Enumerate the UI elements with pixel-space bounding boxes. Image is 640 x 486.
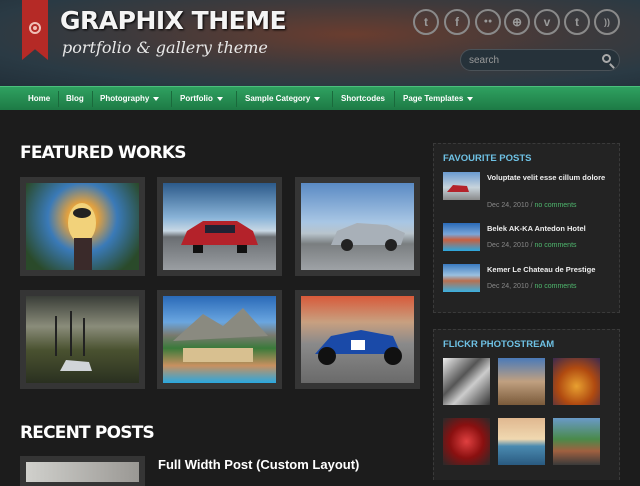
flickr-photo[interactable] — [498, 358, 545, 405]
post-thumbnail[interactable] — [443, 172, 480, 200]
bookmark-ribbon-icon — [22, 0, 48, 60]
featured-works-heading: FEATURED WORKS — [20, 143, 187, 163]
nav-home[interactable]: Home — [28, 87, 50, 111]
flickr-photo[interactable] — [443, 358, 490, 405]
recent-posts-heading: RECENT POSTS — [20, 423, 155, 443]
widget-title: FLICKR PHOTOSTREAM — [443, 339, 555, 350]
favourite-posts-widget: FAVOURITE POSTS Voluptate velit esse cil… — [433, 143, 620, 313]
chevron-down-icon — [314, 96, 321, 101]
flickr-photo[interactable] — [443, 418, 490, 465]
search-box — [460, 49, 620, 71]
nav-blog[interactable]: Blog — [66, 87, 84, 111]
post-link[interactable]: Voluptate velit esse cillum dolore — [487, 172, 607, 183]
post-link[interactable]: Belek AK-KA Antedon Hotel — [487, 223, 607, 234]
twitter-icon[interactable]: t — [413, 9, 439, 35]
list-item: Kemer Le Chateau de Prestige Dec 24, 201… — [443, 264, 613, 298]
comments-link[interactable]: no comments — [535, 202, 577, 209]
post-meta: Dec 24, 2010 / no comments — [487, 202, 577, 209]
post-thumbnail[interactable] — [20, 456, 145, 486]
vimeo-icon[interactable]: v — [534, 9, 560, 35]
flickr-photo[interactable] — [553, 418, 600, 465]
portfolio-thumb[interactable] — [20, 290, 145, 389]
main-nav: Home Blog Photography Portfolio Sample C… — [0, 86, 640, 110]
portfolio-thumb[interactable] — [20, 177, 145, 276]
flickr-photo[interactable] — [498, 418, 545, 465]
post-meta: Dec 24, 2010 / no comments — [487, 283, 577, 290]
flickr-widget: FLICKR PHOTOSTREAM — [433, 329, 620, 480]
nav-sample-category[interactable]: Sample Category — [245, 87, 321, 111]
search-icon[interactable] — [602, 54, 611, 63]
post-meta: Dec 24, 2010 / no comments — [487, 242, 577, 249]
comments-link[interactable]: no comments — [535, 283, 577, 290]
post-thumbnail[interactable] — [443, 264, 480, 292]
site-logo[interactable]: GRAPHIX THEME — [60, 6, 287, 35]
comments-link[interactable]: no comments — [535, 242, 577, 249]
search-input[interactable] — [469, 52, 589, 68]
nav-page-templates[interactable]: Page Templates — [403, 87, 474, 111]
chevron-down-icon — [467, 96, 474, 101]
tumblr-icon[interactable]: t — [564, 9, 590, 35]
portfolio-thumb[interactable] — [157, 177, 282, 276]
portfolio-thumb[interactable] — [295, 290, 420, 389]
site-header: GRAPHIX THEME portfolio & gallery theme … — [0, 0, 640, 86]
site-tagline: portfolio & gallery theme — [62, 38, 268, 57]
list-item: Belek AK-KA Antedon Hotel Dec 24, 2010 /… — [443, 223, 613, 257]
portfolio-thumb[interactable] — [295, 177, 420, 276]
list-item: Voluptate velit esse cillum dolore Dec 2… — [443, 172, 613, 209]
nav-portfolio[interactable]: Portfolio — [180, 87, 223, 111]
flickr-icon[interactable]: ●● — [475, 9, 501, 35]
nav-shortcodes[interactable]: Shortcodes — [341, 87, 385, 111]
nav-photography[interactable]: Photography — [100, 87, 160, 111]
post-thumbnail[interactable] — [443, 223, 480, 251]
chevron-down-icon — [216, 96, 223, 101]
widget-title: FAVOURITE POSTS — [443, 153, 532, 164]
post-title-link[interactable]: Full Width Post (Custom Layout) — [158, 457, 359, 472]
dribbble-icon[interactable]: ⊕ — [504, 9, 530, 35]
portfolio-thumb[interactable] — [157, 290, 282, 389]
chevron-down-icon — [153, 96, 160, 101]
post-link[interactable]: Kemer Le Chateau de Prestige — [487, 264, 607, 275]
flickr-photo[interactable] — [553, 358, 600, 405]
facebook-icon[interactable]: f — [444, 9, 470, 35]
rss-icon[interactable]: )) — [594, 9, 620, 35]
